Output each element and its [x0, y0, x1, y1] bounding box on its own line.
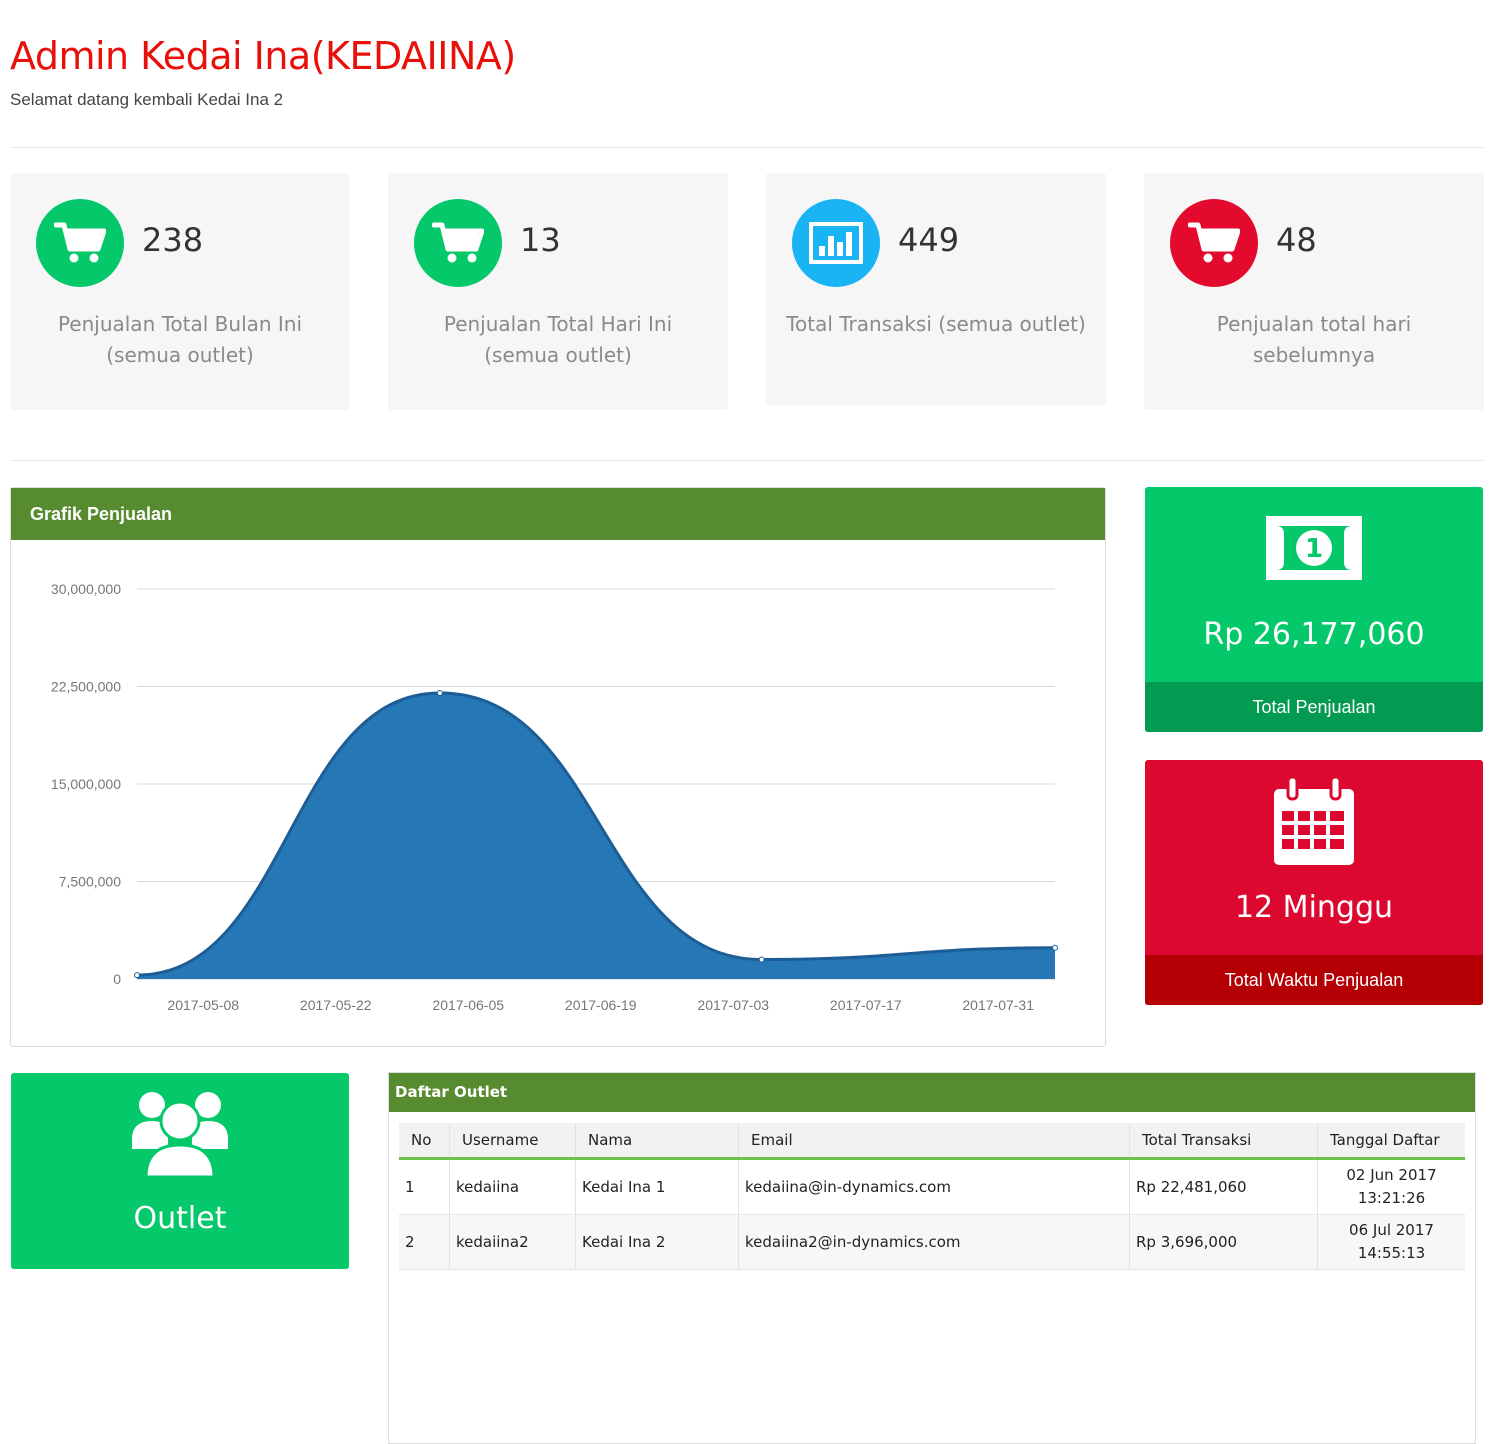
total-time-tile: 12 Minggu Total Waktu Penjualan: [1145, 760, 1483, 1005]
total-sales-tile: 1 Rp 26,177,060 Total Penjualan: [1145, 487, 1483, 732]
cart-icon: [36, 199, 124, 287]
stat-label: Penjualan Total Hari Ini (semua outlet): [443, 312, 673, 367]
date-text: 06 Jul 2017: [1349, 1221, 1434, 1239]
total-sales-value: Rp 26,177,060: [1203, 617, 1425, 652]
data-point: [758, 956, 765, 963]
outlet-table: No Username Nama Email Total Transaksi T…: [399, 1123, 1465, 1270]
column-header-username[interactable]: Username: [449, 1123, 576, 1160]
table-row[interactable]: 2 kedaiina2 Kedai Ina 2 kedaiina2@in-dyn…: [399, 1214, 1465, 1270]
cart-icon: [1170, 199, 1258, 287]
table-row[interactable]: 1 kedaiina Kedai Ina 1 kedaiina@in-dynam…: [399, 1158, 1465, 1215]
x-tick-label: 2017-05-08: [167, 997, 239, 1013]
total-time-label: Total Waktu Penjualan: [1145, 955, 1483, 1005]
cell-tanggal-daftar: 06 Jul 2017 14:55:13: [1317, 1214, 1465, 1270]
stat-value: 449: [898, 221, 960, 259]
time-text: 13:21:26: [1357, 1189, 1426, 1207]
cell-email: kedaiina@in-dynamics.com: [738, 1158, 1130, 1215]
sales-area-chart: 0 7,500,000 15,000,000 22,500,000 30,000,000…: [51, 581, 1058, 1013]
bar-chart-icon: [792, 199, 880, 287]
panel-title: Daftar Outlet: [389, 1073, 1475, 1112]
y-tick-label: 7,500,000: [59, 874, 121, 890]
column-header-email[interactable]: Email: [738, 1123, 1130, 1160]
cell-total-transaksi: Rp 3,696,000: [1129, 1214, 1318, 1270]
calendar-icon: [1272, 775, 1356, 872]
outlet-label: Outlet: [133, 1201, 227, 1236]
cell-username: kedaiina2: [449, 1214, 576, 1270]
x-tick-label: 2017-06-05: [432, 997, 504, 1013]
cell-email: kedaiina2@in-dynamics.com: [738, 1214, 1130, 1270]
stat-label: Penjualan Total Bulan Ini (semua outlet): [57, 312, 303, 367]
stat-value: 13: [520, 221, 561, 259]
stat-card-daily-sales: 13 Penjualan Total Hari Ini (semua outle…: [388, 173, 728, 410]
x-tick-label: 2017-07-17: [830, 997, 902, 1013]
panel-title: Grafik Penjualan: [11, 488, 1105, 540]
divider: [10, 147, 1484, 148]
y-tick-label: 0: [113, 971, 121, 987]
x-tick-label: 2017-07-31: [962, 997, 1034, 1013]
stat-value: 238: [142, 221, 204, 259]
stat-value: 48: [1276, 221, 1317, 259]
divider: [10, 460, 1484, 461]
y-tick-label: 22,500,000: [51, 679, 121, 695]
money-icon: 1: [1266, 516, 1362, 585]
x-tick-label: 2017-07-03: [697, 997, 769, 1013]
stat-card-previous-day-sales: 48 Penjualan total hari sebelumnya: [1144, 173, 1484, 410]
users-icon: [132, 1089, 228, 1186]
time-text: 14:55:13: [1357, 1244, 1426, 1262]
outlet-list-panel: Daftar Outlet No Username Nama Email Tot…: [388, 1072, 1476, 1444]
svg-text:1: 1: [1305, 534, 1323, 564]
cell-nama: Kedai Ina 2: [575, 1214, 739, 1270]
date-text: 02 Jun 2017: [1346, 1166, 1437, 1184]
cart-icon: [414, 199, 502, 287]
total-sales-label: Total Penjualan: [1145, 682, 1483, 732]
sales-chart-panel: Grafik Penjualan 0 7,500,000 15,000,000 22,…: [10, 487, 1106, 1047]
welcome-message: Selamat datang kembali Kedai Ina 2: [10, 90, 284, 109]
column-header-no[interactable]: No: [399, 1123, 450, 1160]
stat-label: Total Transaksi (semua outlet): [786, 312, 1086, 336]
cell-total-transaksi: Rp 22,481,060: [1129, 1158, 1318, 1215]
stat-label: Penjualan total hari sebelumnya: [1216, 312, 1412, 367]
page-title: Admin Kedai Ina(KEDAIINA): [10, 34, 516, 78]
total-time-value: 12 Minggu: [1234, 890, 1394, 925]
table-header-row: No Username Nama Email Total Transaksi T…: [399, 1123, 1465, 1160]
cell-no: 2: [399, 1214, 450, 1270]
outlet-tile[interactable]: Outlet: [11, 1073, 349, 1269]
column-header-tanggal-daftar[interactable]: Tanggal Daftar: [1317, 1123, 1465, 1160]
cell-username: kedaiina: [449, 1158, 576, 1215]
x-tick-label: 2017-05-22: [300, 997, 372, 1013]
cell-no: 1: [399, 1158, 450, 1215]
cell-nama: Kedai Ina 1: [575, 1158, 739, 1215]
y-tick-label: 15,000,000: [51, 776, 121, 792]
data-point: [1052, 944, 1058, 951]
column-header-nama[interactable]: Nama: [575, 1123, 739, 1160]
stat-card-total-transactions: 449 Total Transaksi (semua outlet): [766, 173, 1106, 405]
y-tick-label: 30,000,000: [51, 581, 121, 597]
column-header-total-transaksi[interactable]: Total Transaksi: [1129, 1123, 1318, 1160]
stat-card-monthly-sales: 238 Penjualan Total Bulan Ini (semua out…: [10, 173, 350, 410]
sales-area: [137, 693, 1055, 979]
x-tick-label: 2017-06-19: [565, 997, 637, 1013]
data-point: [134, 972, 140, 979]
data-point: [436, 690, 443, 696]
cell-tanggal-daftar: 02 Jun 2017 13:21:26: [1317, 1158, 1465, 1215]
